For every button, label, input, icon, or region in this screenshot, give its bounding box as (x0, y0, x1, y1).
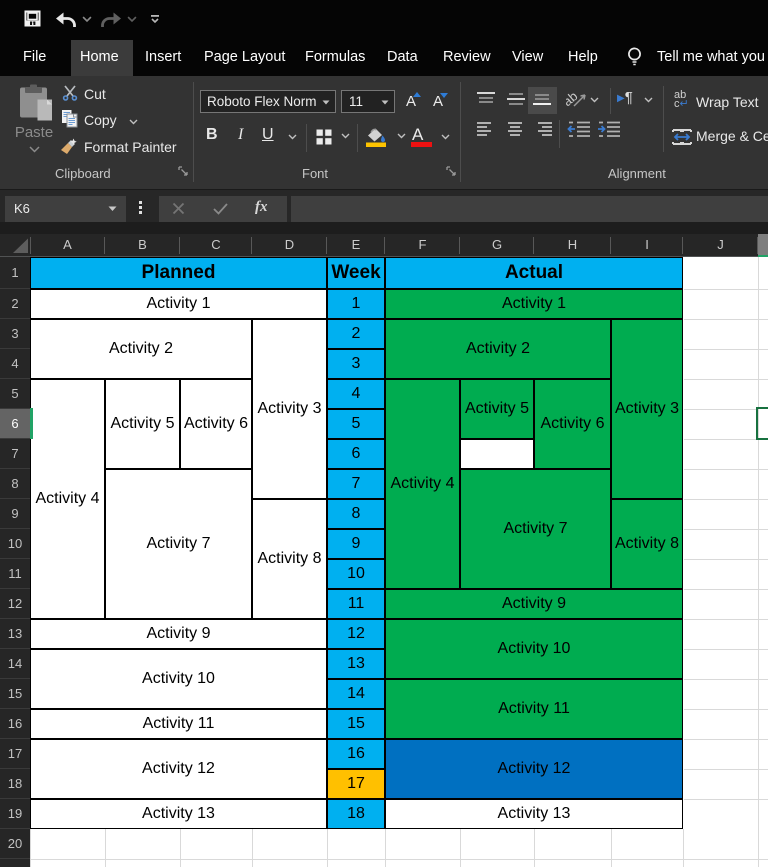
svg-text:ab: ab (566, 89, 580, 109)
